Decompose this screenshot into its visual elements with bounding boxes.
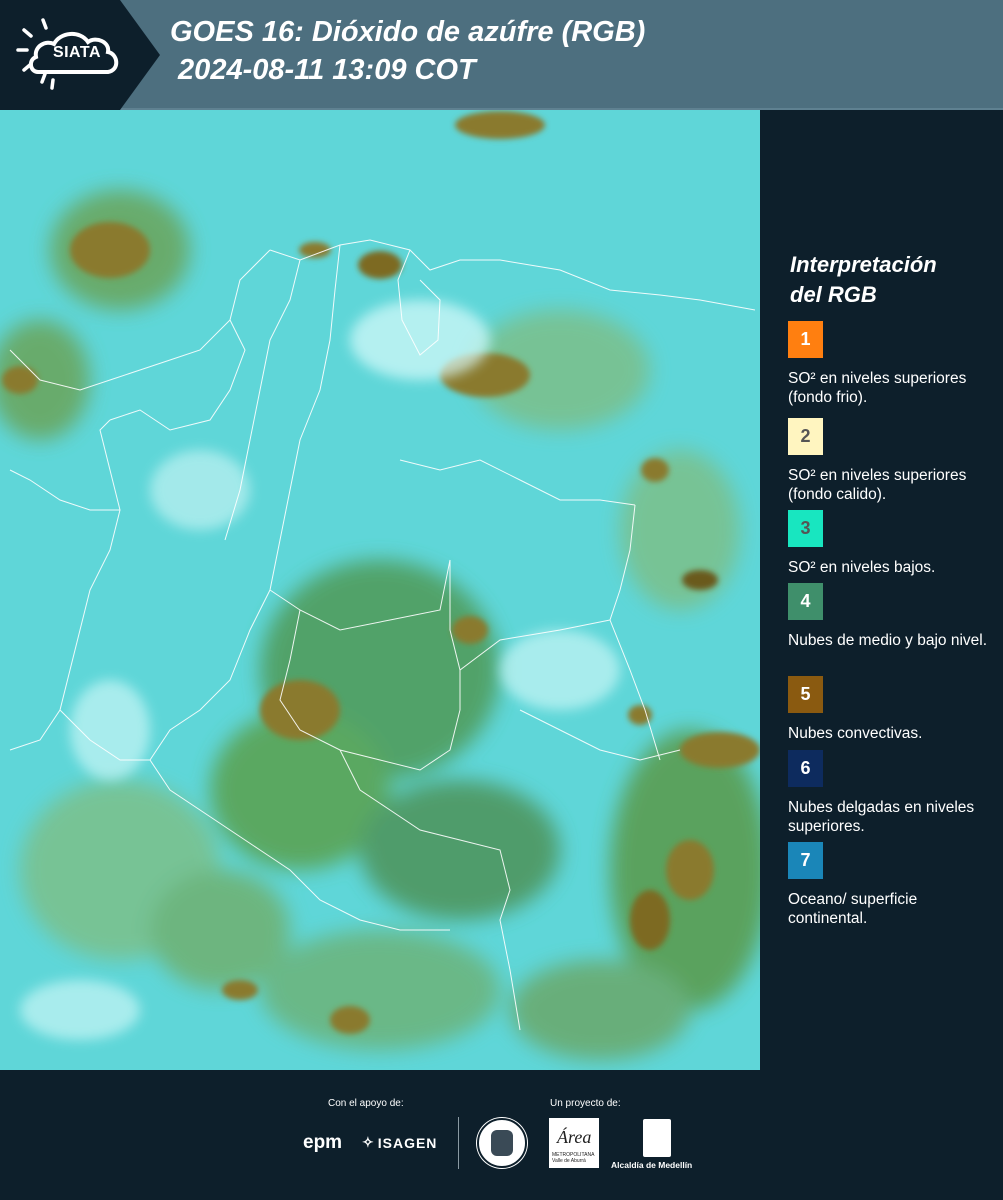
legend-label-1: SO² en niveles superiores (fondo frio). [788, 370, 967, 406]
header-bar: SIATA GOES 16: Dióxido de azúfre (RGB) 2… [0, 0, 1003, 110]
legend-swatch-7: 7 [788, 842, 823, 879]
legend-item-5: 5 Nubes convectivas. [788, 676, 998, 743]
legend-item-3: 3 SO² en niveles bajos. [788, 510, 998, 577]
epm-logo: epm [303, 1132, 343, 1153]
alcaldia-label: Alcaldía de Medellín [611, 1160, 693, 1170]
legend-title-line2: del RGB [790, 282, 877, 307]
legend-item-7: 7 Oceano/ superficie continental. [788, 842, 998, 928]
area-logo-text: Área [557, 1127, 592, 1147]
legend-swatch-5: 5 [788, 676, 823, 713]
area-metropolitana-logo: Área METROPOLITANA Valle de Aburrá [549, 1118, 599, 1168]
legend-swatch-3: 3 [788, 510, 823, 547]
legend-swatch-4: 4 [788, 583, 823, 620]
legend-label-4: Nubes de medio y bajo nivel. [788, 632, 988, 649]
isagen-logo-text: ISAGEN [377, 1134, 438, 1151]
siata-logo-text: SIATA [52, 44, 102, 61]
legend-item-4: 4 Nubes de medio y bajo nivel. [788, 583, 998, 650]
siata-logo: SIATA [0, 0, 160, 110]
legend-label-6: Nubes delgadas en niveles superiores. [788, 799, 975, 835]
footer: Con el apoyo de: Un proyecto de: epm ✧ I… [0, 1070, 1003, 1200]
legend-panel: Interpretación del RGB 1 SO² en niveles … [760, 110, 1003, 1070]
alcaldia-crest-icon [643, 1119, 671, 1157]
footer-divider [458, 1117, 459, 1169]
support-label: Con el apoyo de: [328, 1098, 404, 1109]
page-title: GOES 16: Dióxido de azúfre (RGB) [170, 16, 646, 48]
legend-title-line1: Interpretación [790, 252, 937, 277]
medellin-seal-logo [477, 1118, 527, 1168]
satellite-map [0, 110, 760, 1070]
legend-label-3: SO² en niveles bajos. [788, 559, 936, 576]
area-logo-subtext: METROPOLITANA Valle de Aburrá [552, 1152, 595, 1164]
project-label: Un proyecto de: [550, 1098, 621, 1109]
legend-item-6: 6 Nubes delgadas en niveles superiores. [788, 750, 998, 836]
legend-swatch-1: 1 [788, 321, 823, 358]
legend-label-2: SO² en niveles superiores (fondo calido)… [788, 467, 967, 503]
isagen-logo: ✧ ISAGEN [362, 1134, 437, 1151]
isagen-mark-icon: ✧ [362, 1134, 375, 1150]
legend-item-1: 1 SO² en niveles superiores (fondo frio)… [788, 321, 998, 407]
legend-swatch-2: 2 [788, 418, 823, 455]
page-timestamp: 2024-08-11 13:09 COT [170, 54, 476, 86]
legend-label-7: Oceano/ superficie continental. [788, 891, 918, 927]
legend-label-5: Nubes convectivas. [788, 725, 923, 742]
legend-title: Interpretación del RGB [790, 250, 990, 310]
legend-swatch-6: 6 [788, 750, 823, 787]
legend-item-2: 2 SO² en niveles superiores (fondo calid… [788, 418, 998, 504]
